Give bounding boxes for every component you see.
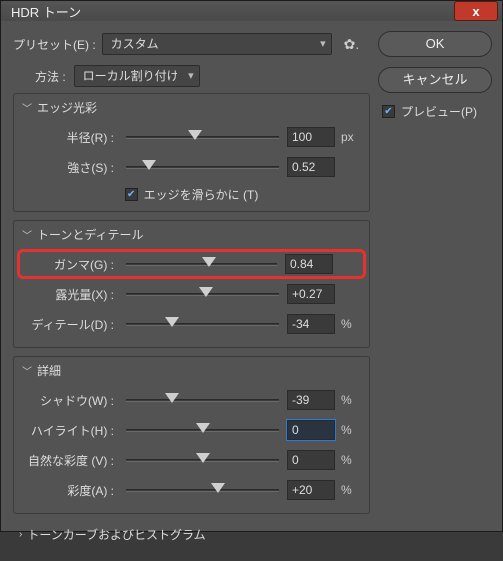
panel-tone-detail: ﹀ トーンとディテール ガンマ(G) : 露光量(X) : [13, 220, 370, 348]
shadow-input[interactable] [287, 390, 335, 410]
close-button[interactable]: x [454, 1, 498, 21]
highlight-slider[interactable] [126, 422, 279, 438]
cancel-button[interactable]: キャンセル [378, 67, 492, 93]
hdr-toning-dialog: HDR トーン x プリセット(E) : カスタム ✿. 方法 : ローカル割り… [0, 0, 503, 532]
window-title: HDR トーン [11, 2, 454, 21]
detail-slider[interactable] [126, 316, 279, 332]
vibrance-slider[interactable] [126, 452, 279, 468]
gamma-label: ガンマ(G) : [20, 256, 118, 273]
shadow-label: シャドウ(W) : [20, 392, 118, 409]
saturation-label: 彩度(A) : [20, 482, 118, 499]
radius-unit: px [335, 130, 363, 144]
close-icon: x [472, 4, 479, 19]
saturation-unit: % [335, 483, 363, 497]
chevron-right-icon: › [19, 529, 22, 540]
preset-select[interactable]: カスタム [102, 33, 332, 55]
saturation-input[interactable] [287, 480, 335, 500]
panel-curve-header[interactable]: › トーンカーブおよびヒストグラム [19, 524, 370, 545]
vibrance-label: 自然な彩度 (V) : [20, 452, 118, 469]
panel-advanced-header[interactable]: ﹀ 詳細 [20, 357, 363, 385]
saturation-slider[interactable] [126, 482, 279, 498]
gamma-slider[interactable] [126, 256, 277, 272]
vibrance-input[interactable] [287, 450, 335, 470]
titlebar: HDR トーン x [1, 1, 502, 21]
panel-advanced: ﹀ 詳細 シャドウ(W) : % ハイライト(H) : % 自然な彩度 (V) … [13, 356, 370, 514]
panel-curve: › トーンカーブおよびヒストグラム [13, 522, 370, 545]
preset-menu-icon[interactable]: ✿. [344, 36, 360, 53]
ok-button[interactable]: OK [378, 31, 492, 57]
preview-checkbox[interactable] [382, 105, 395, 118]
chevron-down-icon: ﹀ [22, 100, 32, 115]
radius-input[interactable] [287, 127, 335, 147]
strength-slider[interactable] [126, 159, 279, 175]
exposure-input[interactable] [287, 284, 335, 304]
highlight-label: ハイライト(H) : [20, 422, 118, 439]
strength-label: 強さ(S) : [20, 159, 118, 176]
exposure-label: 露光量(X) : [20, 286, 118, 303]
smooth-edges-checkbox[interactable] [125, 188, 138, 201]
radius-slider[interactable] [126, 129, 279, 145]
method-select[interactable]: ローカル割り付け [74, 65, 200, 87]
strength-input[interactable] [287, 157, 335, 177]
preview-label: プレビュー(P) [401, 103, 477, 120]
panel-edge-header[interactable]: ﹀ エッジ光彩 [20, 94, 363, 122]
vibrance-unit: % [335, 453, 363, 467]
method-label: 方法 : [35, 68, 66, 85]
preset-label: プリセット(E) : [13, 36, 96, 53]
gamma-row-highlight: ガンマ(G) : [20, 252, 363, 276]
gamma-input[interactable] [285, 254, 333, 274]
panel-edge-glow: ﹀ エッジ光彩 半径(R) : px 強さ(S) : エッジ [13, 93, 370, 212]
shadow-unit: % [335, 393, 363, 407]
highlight-input[interactable] [287, 420, 335, 440]
preset-select-wrap: カスタム [102, 33, 332, 55]
panel-tone-header[interactable]: ﹀ トーンとディテール [20, 221, 363, 249]
highlight-unit: % [335, 423, 363, 437]
radius-label: 半径(R) : [20, 129, 118, 146]
chevron-down-icon: ﹀ [22, 227, 32, 242]
exposure-slider[interactable] [126, 286, 279, 302]
shadow-slider[interactable] [126, 392, 279, 408]
chevron-down-icon: ﹀ [22, 363, 32, 378]
detail-label: ディテール(D) : [20, 316, 118, 333]
detail-unit: % [335, 317, 363, 331]
detail-input[interactable] [287, 314, 335, 334]
smooth-edges-label: エッジを滑らかに (T) [144, 186, 259, 203]
